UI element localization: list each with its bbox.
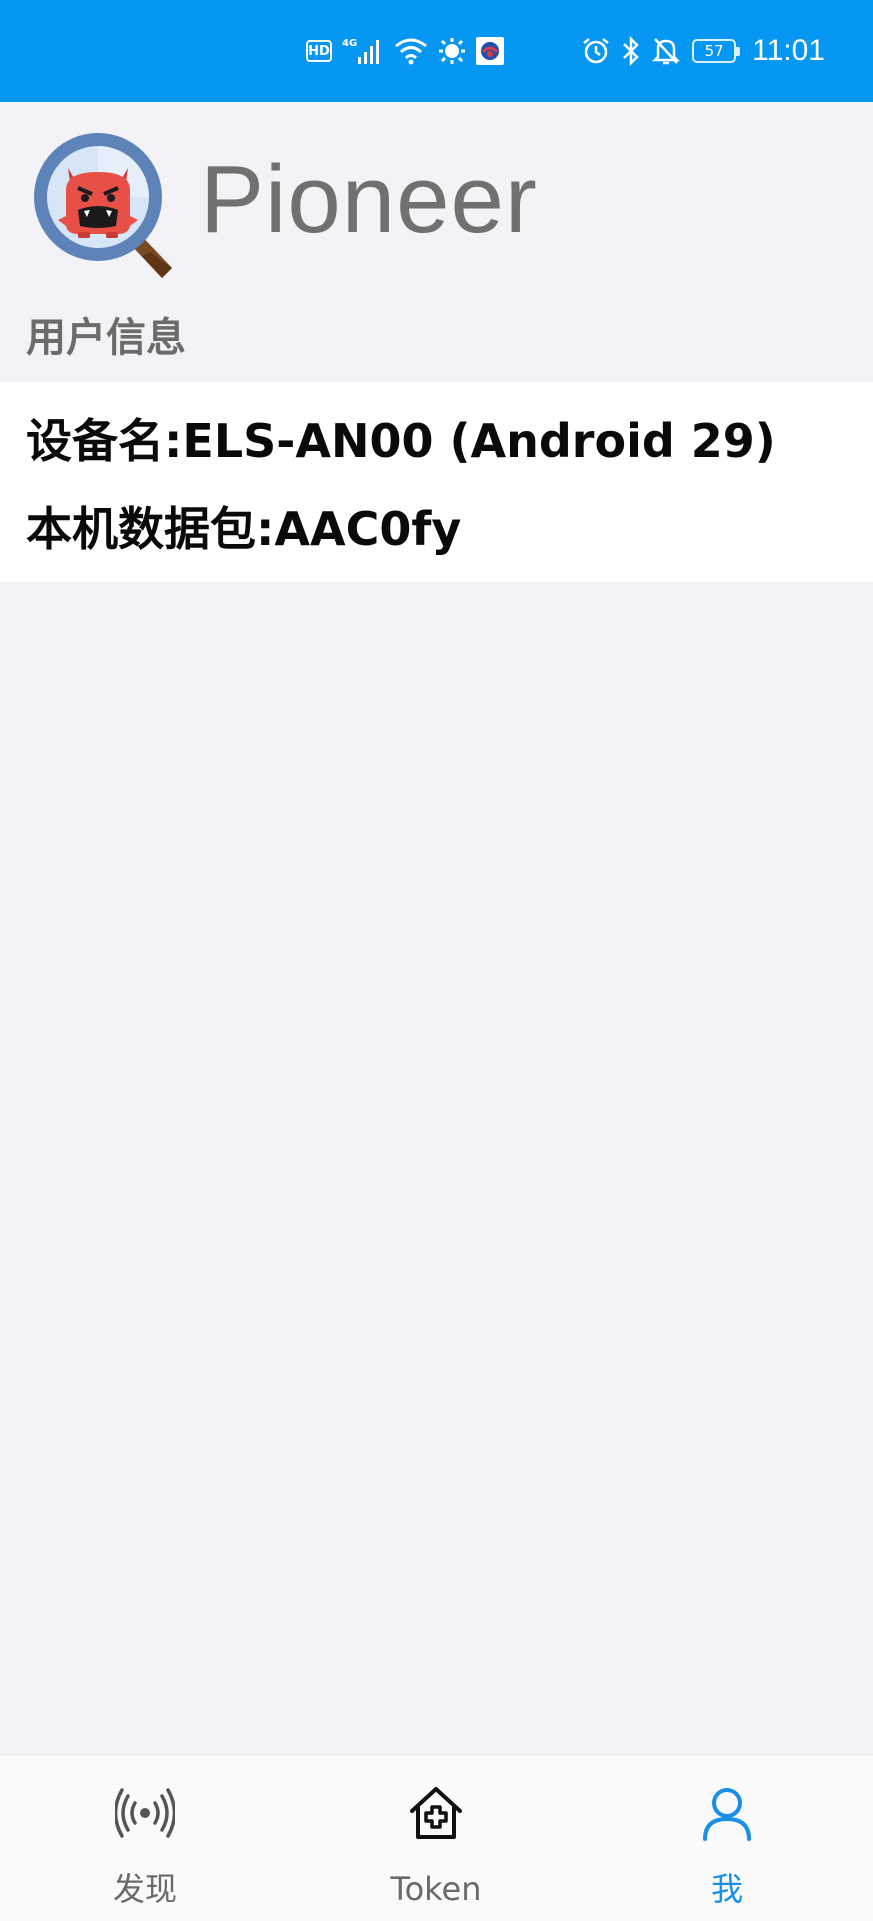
tab-me[interactable]: 我	[627, 1755, 827, 1921]
status-icons-right: 57 11:01	[582, 0, 825, 102]
brightness-icon	[438, 37, 466, 65]
magnifier-monster-logo	[30, 132, 180, 282]
medical-house-icon	[406, 1783, 466, 1843]
user-info-card: 设备名:ELS-AN00 (Android 29) 本机数据包:AAC0fy	[0, 382, 873, 582]
tab-me-label: 我	[710, 1870, 743, 1908]
local-packet-text: 本机数据包:AAC0fy	[26, 502, 462, 556]
bluetooth-icon	[622, 36, 640, 66]
app-header: Pioneer	[0, 102, 873, 302]
tab-discover[interactable]: 发现	[45, 1755, 245, 1921]
section-title-user-info: 用户信息	[26, 315, 186, 361]
tab-token-label: Token	[390, 1870, 482, 1908]
status-icons-left: HD 4G	[306, 0, 504, 102]
tab-discover-label: 发现	[112, 1870, 177, 1908]
mute-icon	[652, 36, 681, 66]
app-notification-icon	[476, 37, 504, 65]
network-type-label: 4G	[342, 38, 357, 49]
battery-icon: 57	[692, 39, 741, 63]
clock: 11:01	[752, 34, 825, 67]
app-title: Pioneer	[200, 146, 538, 253]
alarm-icon	[582, 37, 610, 65]
hd-icon: HD	[306, 40, 332, 62]
wifi-icon	[394, 37, 428, 65]
bottom-nav: 发现 Token 我	[0, 1754, 873, 1921]
tab-token[interactable]: Token	[336, 1755, 536, 1921]
broadcast-icon	[113, 1783, 177, 1843]
status-bar: HD 4G 57 11:01	[0, 0, 873, 102]
signal-icon: 4G	[342, 36, 384, 66]
user-icon	[697, 1783, 757, 1843]
device-name-text: 设备名:ELS-AN00 (Android 29)	[26, 414, 776, 468]
